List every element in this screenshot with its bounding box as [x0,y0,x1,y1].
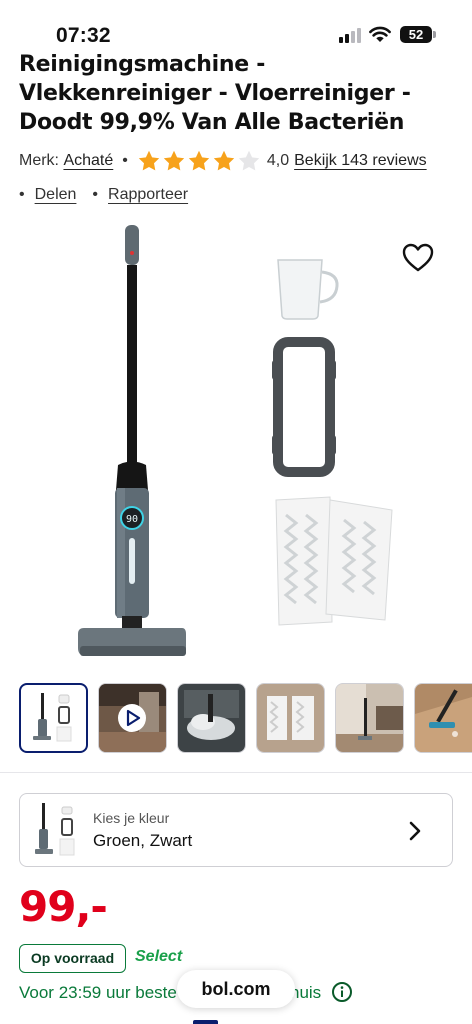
product-price: 99,- [19,882,108,931]
battery-level: 52 [408,27,424,42]
thumbnail-mop-pads[interactable] [256,683,325,753]
battery-tip [433,31,436,38]
thumbnail-living-room[interactable] [335,683,404,753]
select-membership-label: Select [135,948,183,965]
lcd-reading: 90 [126,514,138,525]
separator-dot: • [122,152,128,169]
status-time: 07:32 [56,24,111,47]
bullet: • [19,186,25,203]
thumbnail-video[interactable] [98,683,167,753]
play-icon-bg [118,704,146,732]
brand-link[interactable]: Achaté [63,152,113,170]
brand-rating-row: Merk: Achaté • 4,0 Bekijk 143 reviews [19,149,459,173]
favorite-heart-icon[interactable] [401,242,435,274]
main-product-image[interactable]: 90 [0,220,472,675]
share-report-row: • Delen • Rapporteer [19,184,204,206]
share-link[interactable]: Delen [35,186,77,204]
reviews-link[interactable]: Bekijk 143 reviews [294,152,427,170]
rating-stars [137,149,261,173]
info-icon[interactable] [331,981,353,1003]
status-bar: 07:32 52 [0,0,472,50]
stock-status-badge: Op voorraad [19,944,126,973]
thumbnail-strip [0,683,472,753]
thumbnail-steam[interactable] [177,683,246,753]
color-variant-thumbnail [35,803,75,856]
star-full-icon [163,150,185,171]
cellular-signal-icon [339,27,363,43]
thumbnail-product-overview[interactable] [19,683,88,753]
product-photo: 90 [78,225,393,656]
product-title: Reinigingsmachine - Vlekkenreiniger - Vl… [19,52,411,135]
star-full-icon [213,150,235,171]
battery-icon: 52 [400,26,432,43]
bullet: • [92,186,99,203]
chevron-right-icon [409,821,421,841]
browser-url-pill[interactable]: bol.com [177,970,295,1008]
rating-value: 4,0 [266,152,290,169]
delivery-info: Voor 23:59 uur beste [19,983,177,1002]
thumbnail-floor-cleaning[interactable] [414,683,472,753]
color-selector-value: Groen, Zwart [93,831,193,850]
color-selector[interactable]: Kies je kleur Groen, Zwart [19,793,453,867]
color-selector-label: Kies je kleur [93,810,170,826]
bottom-indicator [193,1020,218,1024]
report-link[interactable]: Rapporteer [108,186,188,204]
brand-label: Merk: [19,152,59,169]
star-full-icon [138,150,160,171]
section-divider [0,772,472,773]
star-full-icon [188,150,210,171]
wifi-icon [369,26,391,42]
star-empty-icon [238,150,260,171]
